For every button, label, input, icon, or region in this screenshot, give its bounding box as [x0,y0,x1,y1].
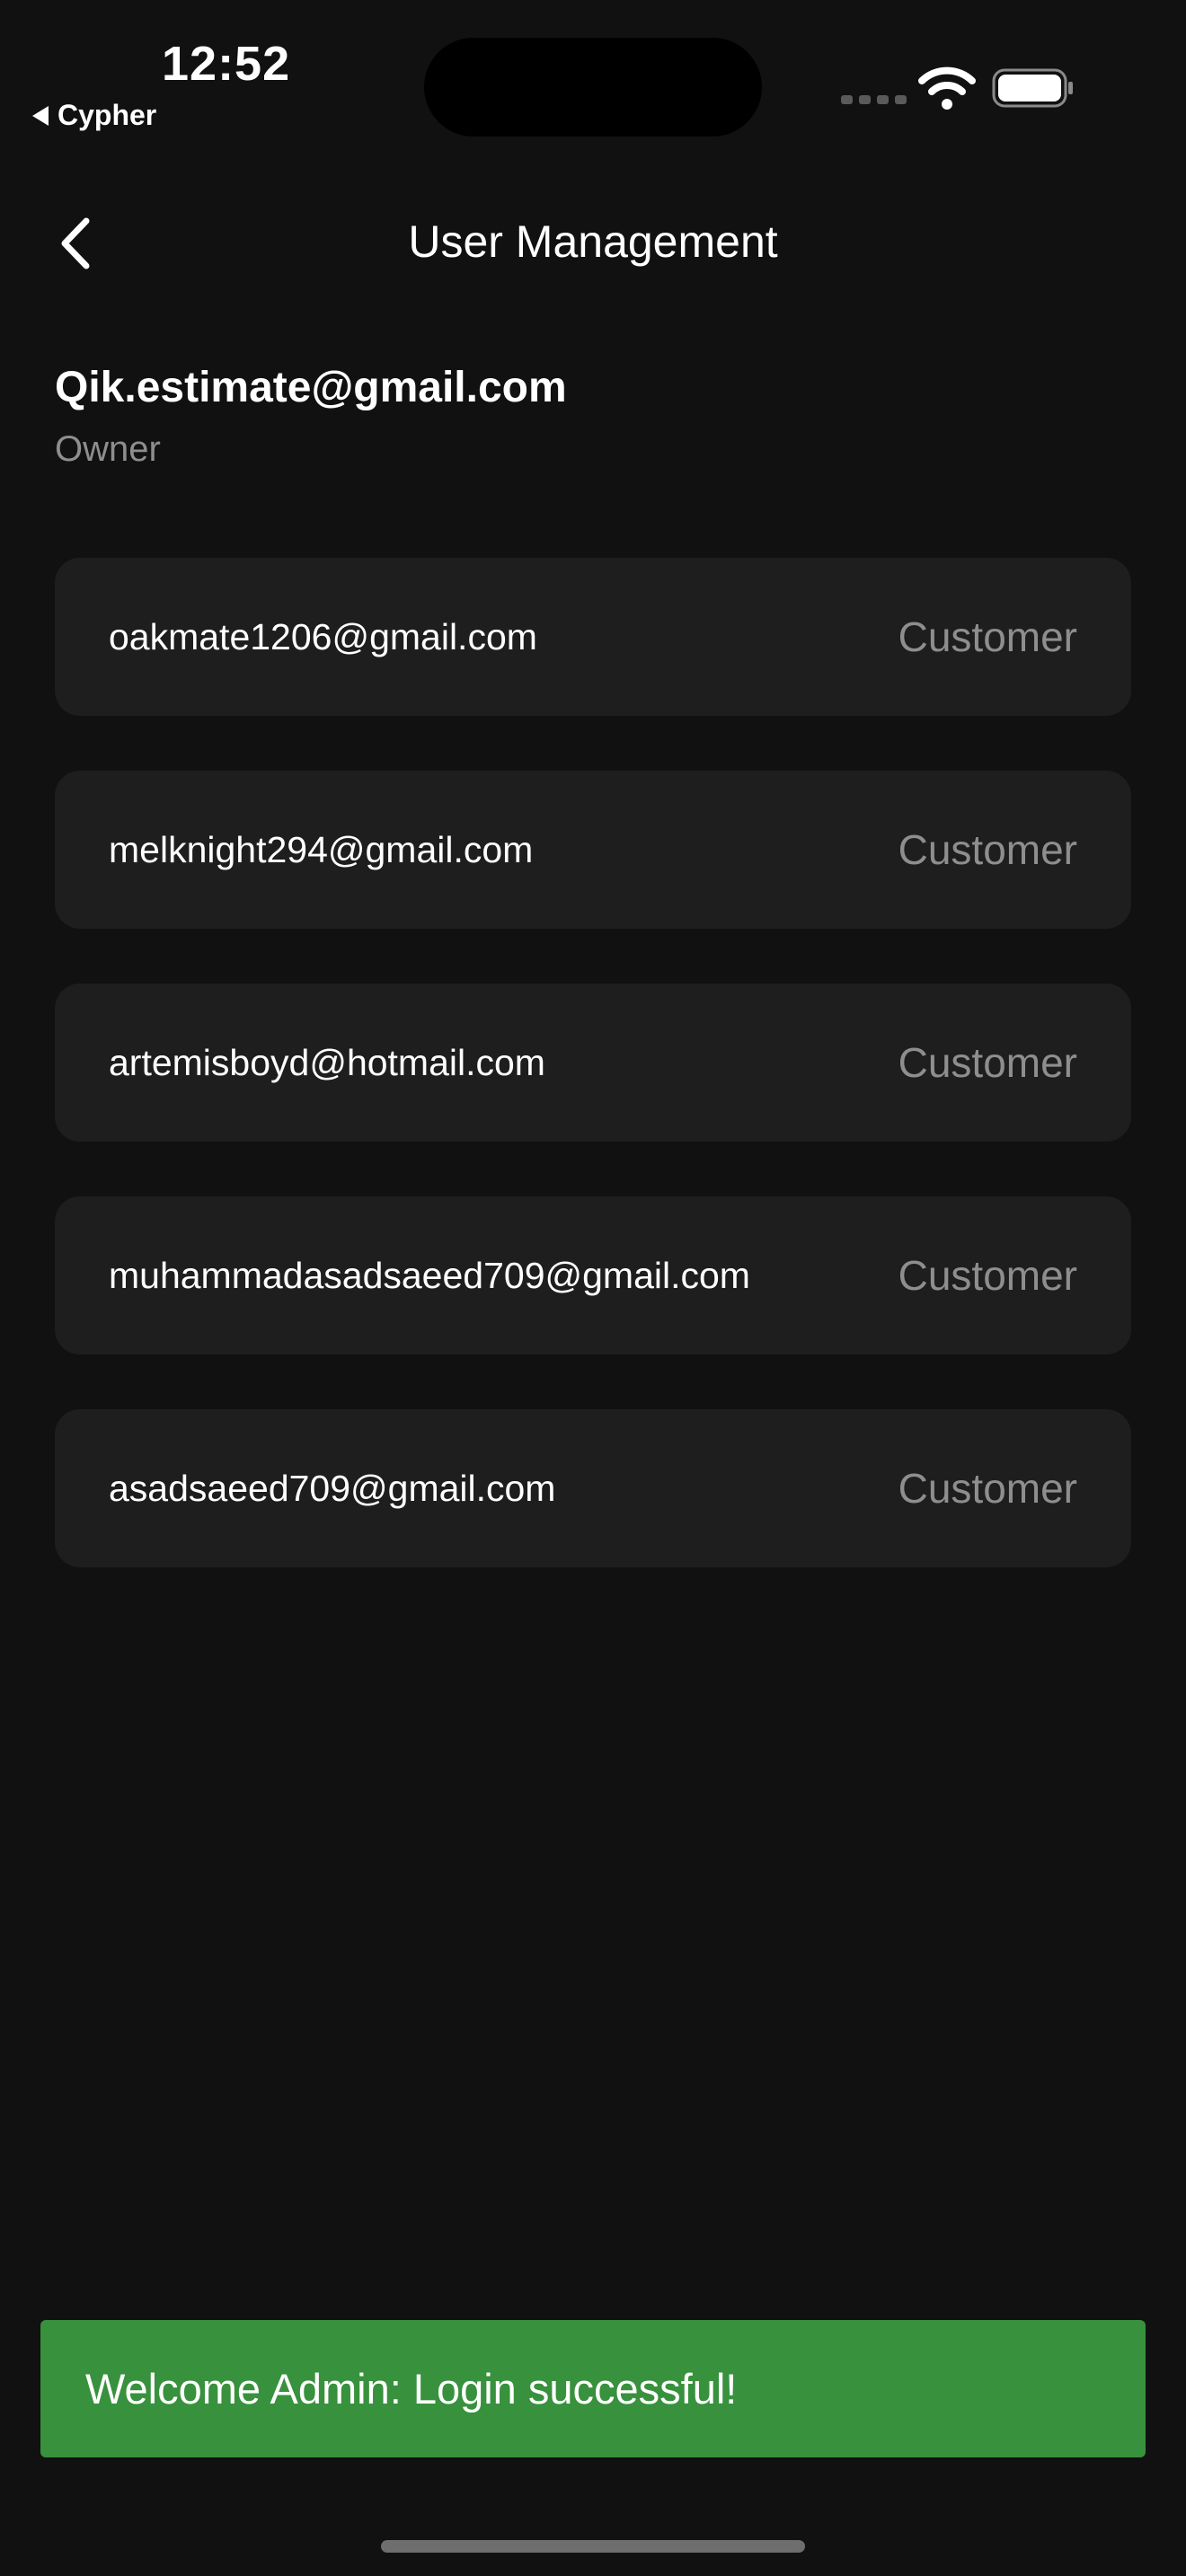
user-email: artemisboyd@hotmail.com [109,1041,545,1083]
return-app-label: Cypher [58,99,157,131]
user-row[interactable]: asadsaeed709@gmail.com Customer [55,1409,1131,1567]
owner-role: Owner [55,429,161,469]
cellular-dots-icon [841,95,907,104]
user-email: melknight294@gmail.com [109,828,534,870]
success-toast: Welcome Admin: Login successful! [40,2320,1146,2457]
owner-email: Qik.estimate@gmail.com [55,364,567,411]
user-row[interactable]: muhammadasadsaeed709@gmail.com Customer [55,1196,1131,1354]
user-email: muhammadasadsaeed709@gmail.com [109,1254,750,1296]
user-list: oakmate1206@gmail.com Customer melknight… [55,558,1131,1622]
user-row[interactable]: melknight294@gmail.com Customer [55,771,1131,929]
dynamic-island [424,38,762,137]
user-role[interactable]: Customer [898,1038,1077,1087]
return-to-app-link[interactable]: Cypher [32,99,156,132]
user-role[interactable]: Customer [898,1251,1077,1300]
battery-icon [992,68,1073,108]
back-triangle-icon [32,105,49,126]
user-email: oakmate1206@gmail.com [109,615,537,657]
wifi-icon [918,66,976,110]
toast-message: Welcome Admin: Login successful! [85,2365,738,2413]
status-time: 12:52 [162,37,291,91]
user-email: asadsaeed709@gmail.com [109,1467,556,1509]
user-role[interactable]: Customer [898,613,1077,661]
user-role[interactable]: Customer [898,825,1077,874]
home-indicator[interactable] [381,2540,805,2553]
page-title: User Management [408,216,778,267]
user-role[interactable]: Customer [898,1464,1077,1513]
user-row[interactable]: artemisboyd@hotmail.com Customer [55,984,1131,1142]
user-row[interactable]: oakmate1206@gmail.com Customer [55,558,1131,716]
